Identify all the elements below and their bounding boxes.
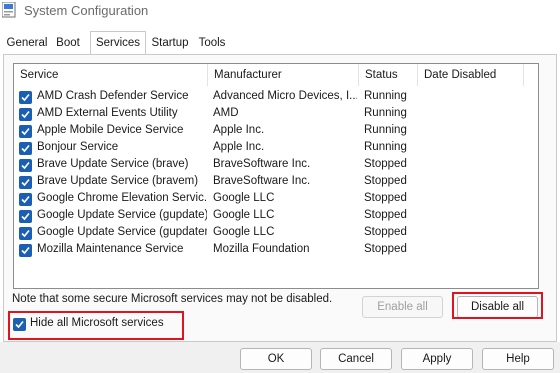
service-manufacturer: BraveSoftware Inc. [213, 158, 311, 170]
service-checkbox[interactable] [19, 227, 32, 240]
title-bar: System Configuration [0, 0, 560, 22]
msconfig-app-icon [1, 1, 16, 18]
service-status: Stopped [364, 158, 407, 170]
service-manufacturer: Google LLC [213, 226, 275, 238]
list-header: Service Manufacturer Status Date Disable… [14, 64, 538, 86]
service-status: Running [364, 90, 407, 102]
tab-tools[interactable]: Tools [196, 33, 228, 54]
service-name: Google Update Service (gupdatem) [37, 226, 207, 238]
table-row[interactable]: Google Chrome Elevation Servic... Google… [14, 191, 538, 208]
service-name: AMD Crash Defender Service [37, 90, 189, 102]
check-icon [21, 229, 30, 238]
column-header-status[interactable]: Status [359, 64, 418, 86]
enable-all-button[interactable]: Enable all [362, 296, 443, 318]
column-header-date-disabled[interactable]: Date Disabled [418, 64, 524, 86]
service-status: Stopped [364, 175, 407, 187]
tab-strip: General Boot Services Startup Tools [0, 31, 560, 55]
window-title: System Configuration [24, 3, 149, 18]
check-icon [21, 246, 30, 255]
table-row[interactable]: Bonjour Service Apple Inc. Running [14, 140, 538, 157]
service-checkbox[interactable] [19, 210, 32, 223]
ok-button[interactable]: OK [240, 348, 312, 370]
check-icon [21, 178, 30, 187]
tab-general[interactable]: General [4, 33, 50, 54]
help-button[interactable]: Help [482, 348, 554, 370]
service-checkbox[interactable] [19, 159, 32, 172]
service-name: Google Chrome Elevation Servic... [37, 192, 207, 204]
service-manufacturer: Google LLC [213, 192, 275, 204]
apply-button[interactable]: Apply [401, 348, 473, 370]
table-row[interactable]: Google Update Service (gupdate) Google L… [14, 208, 538, 225]
check-icon [21, 212, 30, 221]
disable-all-highlight [452, 292, 543, 319]
service-manufacturer: Mozilla Foundation [213, 243, 310, 255]
service-name: Bonjour Service [37, 141, 119, 153]
service-status: Stopped [364, 226, 407, 238]
tab-boot[interactable]: Boot [52, 33, 84, 54]
service-checkbox[interactable] [19, 176, 32, 189]
service-checkbox[interactable] [19, 193, 32, 206]
service-manufacturer: Apple Inc. [213, 124, 265, 136]
cancel-button[interactable]: Cancel [320, 348, 392, 370]
check-icon [21, 110, 30, 119]
table-row[interactable]: Brave Update Service (brave) BraveSoftwa… [14, 157, 538, 174]
service-name: Apple Mobile Device Service [37, 124, 184, 136]
table-row[interactable]: AMD External Events Utility AMD Running [14, 106, 538, 123]
service-manufacturer: AMD [213, 107, 239, 119]
check-icon [21, 195, 30, 204]
secure-services-note: Note that some secure Microsoft services… [12, 293, 333, 305]
service-status: Stopped [364, 192, 407, 204]
services-list[interactable]: Service Manufacturer Status Date Disable… [13, 63, 539, 289]
service-checkbox[interactable] [19, 91, 32, 104]
service-name: Google Update Service (gupdate) [37, 209, 207, 221]
tab-startup[interactable]: Startup [148, 33, 192, 54]
service-status: Running [364, 141, 407, 153]
table-row[interactable]: AMD Crash Defender Service Advanced Micr… [14, 89, 538, 106]
service-name: Brave Update Service (bravem) [37, 175, 199, 187]
service-checkbox[interactable] [19, 244, 32, 257]
service-name: Brave Update Service (brave) [37, 158, 189, 170]
service-name: AMD External Events Utility [37, 107, 178, 119]
dialog-footer: OK Cancel Apply Help [0, 342, 560, 373]
check-icon [21, 127, 30, 136]
column-header-manufacturer[interactable]: Manufacturer [208, 64, 359, 86]
service-manufacturer: Advanced Micro Devices, I... [213, 90, 357, 102]
service-manufacturer: Apple Inc. [213, 141, 265, 153]
service-manufacturer: Google LLC [213, 209, 275, 221]
check-icon [21, 93, 30, 102]
column-header-service[interactable]: Service [14, 64, 208, 86]
service-status: Stopped [364, 243, 407, 255]
service-status: Running [364, 107, 407, 119]
check-icon [21, 144, 30, 153]
table-row[interactable]: Apple Mobile Device Service Apple Inc. R… [14, 123, 538, 140]
service-name: Mozilla Maintenance Service [37, 243, 184, 255]
service-status: Stopped [364, 209, 407, 221]
service-checkbox[interactable] [19, 142, 32, 155]
service-manufacturer: BraveSoftware Inc. [213, 175, 311, 187]
tab-services[interactable]: Services [90, 31, 146, 55]
check-icon [21, 161, 30, 170]
table-row[interactable]: Mozilla Maintenance Service Mozilla Foun… [14, 242, 538, 259]
table-row[interactable]: Google Update Service (gupdatem) Google … [14, 225, 538, 242]
table-row[interactable]: Brave Update Service (bravem) BraveSoftw… [14, 174, 538, 191]
service-status: Running [364, 124, 407, 136]
service-checkbox[interactable] [19, 108, 32, 121]
service-checkbox[interactable] [19, 125, 32, 138]
hide-ms-highlight [8, 311, 184, 340]
